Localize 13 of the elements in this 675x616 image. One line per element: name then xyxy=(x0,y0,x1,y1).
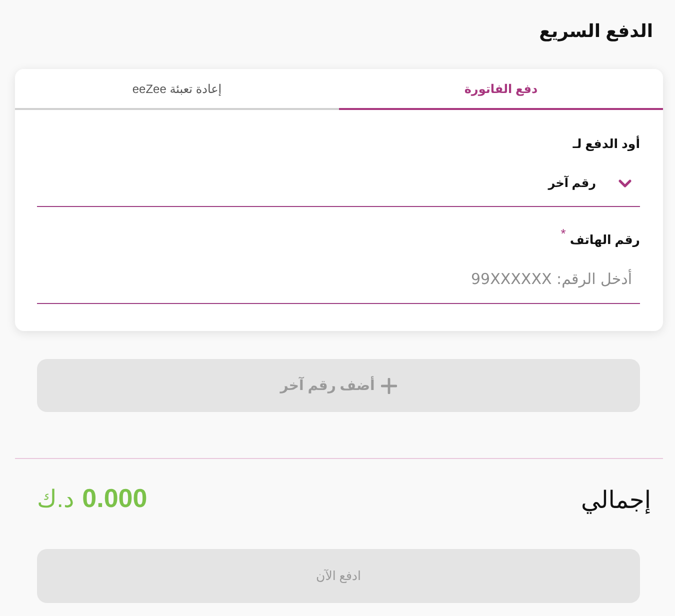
phone-input[interactable]: أدخل الرقم: 99XXXXXX xyxy=(37,254,640,304)
field-label: أود الدفع لـ xyxy=(572,135,640,153)
page-title: الدفع السريع xyxy=(539,20,653,43)
tab[interactable]: دفع الفاتورة xyxy=(339,69,663,110)
total-label: إجمالي xyxy=(580,486,651,516)
tab[interactable]: إعادة تعبئة eeZee xyxy=(15,69,339,110)
plus-icon xyxy=(380,378,397,394)
total-amount: 0.000 xyxy=(82,483,148,513)
chevron-down-icon xyxy=(618,178,632,188)
dropdown-select[interactable]: رقم آخر xyxy=(37,160,640,207)
field-label: رقم الهاتف xyxy=(570,232,640,249)
currency-label: د.ك xyxy=(37,485,74,515)
required-asterisk: * xyxy=(560,228,566,240)
